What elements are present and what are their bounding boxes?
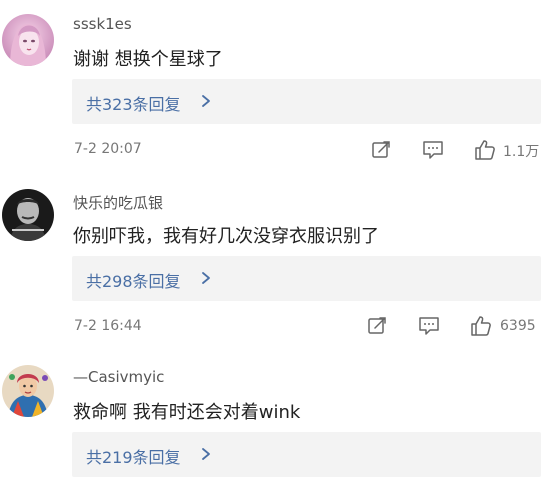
comment-item: 快乐的吃瓜银 你别吓我，我有好几次没穿衣服识别了 共298条回复 7-2 16:… xyxy=(0,178,550,348)
comment-text: 救命啊 我有时还会对着wink xyxy=(73,402,301,423)
timestamp: 7-2 20:07 xyxy=(74,141,142,157)
like-count: 1.1万 xyxy=(503,144,540,160)
view-replies-button[interactable]: 共323条回复 xyxy=(72,79,541,124)
thumbs-up-icon[interactable] xyxy=(474,139,496,161)
comment-item: sssk1es 谢谢 想换个星球了 共323条回复 7-2 20:07 1.1万 xyxy=(0,0,550,170)
anime-girl-portrait-icon xyxy=(2,14,54,66)
chevron-right-icon xyxy=(202,272,210,284)
replies-count-label: 共298条回复 xyxy=(86,272,181,291)
comment-icon[interactable] xyxy=(418,315,440,337)
replies-count-label: 共219条回复 xyxy=(86,448,181,467)
username[interactable]: 快乐的吃瓜银 xyxy=(73,192,163,213)
comment-text: 你别吓我，我有好几次没穿衣服识别了 xyxy=(73,226,379,247)
thumbs-up-icon[interactable] xyxy=(470,315,492,337)
share-icon[interactable] xyxy=(370,139,392,161)
view-replies-button[interactable]: 共298条回复 xyxy=(72,256,541,301)
chevron-right-icon xyxy=(202,95,210,107)
username[interactable]: sssk1es xyxy=(73,15,132,33)
like-count: 6395 xyxy=(500,318,536,334)
comment-item: —Casivmyic 救命啊 我有时还会对着wink 共219条回复 xyxy=(0,356,550,479)
black-white-portrait-icon xyxy=(2,189,54,241)
view-replies-button[interactable]: 共219条回复 xyxy=(72,432,541,477)
share-icon[interactable] xyxy=(366,315,388,337)
avatar[interactable] xyxy=(2,189,54,241)
chevron-right-icon xyxy=(202,448,210,460)
replies-count-label: 共323条回复 xyxy=(86,95,181,114)
comment-text: 谢谢 想换个星球了 xyxy=(73,49,223,70)
comment-icon[interactable] xyxy=(422,139,444,161)
username[interactable]: —Casivmyic xyxy=(73,368,164,386)
avatar[interactable] xyxy=(2,365,54,417)
colorful-portrait-illustration-icon xyxy=(2,365,54,417)
avatar[interactable] xyxy=(2,14,54,66)
timestamp: 7-2 16:44 xyxy=(74,318,142,334)
